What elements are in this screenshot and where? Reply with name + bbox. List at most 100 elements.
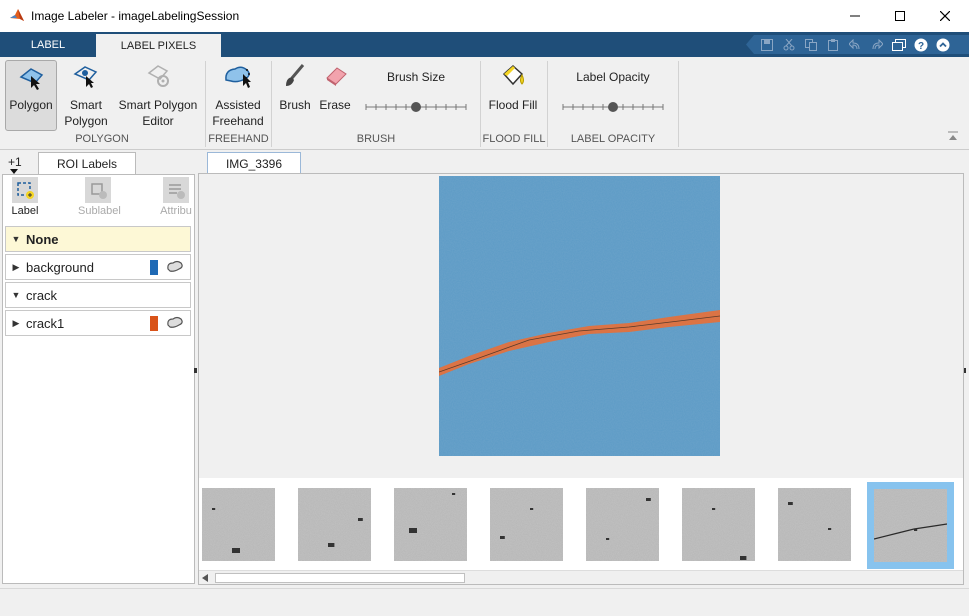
- collapsed-arrow-icon[interactable]: ▶: [6, 318, 26, 329]
- minimize-button[interactable]: [832, 0, 878, 32]
- image-thumbnail[interactable]: [682, 488, 755, 561]
- thumbnail-image: [778, 488, 851, 561]
- image-thumbnail[interactable]: [490, 488, 563, 561]
- splitter-handle[interactable]: [194, 368, 197, 373]
- label-group-name: None: [26, 231, 59, 247]
- thumbnail-image: [298, 488, 371, 561]
- close-button[interactable]: [922, 0, 968, 32]
- image-thumbnail[interactable]: [586, 488, 659, 561]
- ribbon-tab-strip: LABEL LABEL PIXELS ?: [0, 32, 969, 57]
- polygon-label: Polygon: [9, 98, 53, 112]
- add-attribute-icon: [163, 177, 189, 203]
- group-label-polygon: POLYGON: [75, 133, 129, 145]
- scrollbar-thumb[interactable]: [215, 573, 465, 583]
- smart-polygon-label-2: Polygon: [64, 114, 108, 128]
- label-group-none[interactable]: ▼ None: [5, 226, 191, 252]
- label-opacity-slider[interactable]: [561, 100, 665, 114]
- group-label-flood-fill: FLOOD FILL: [482, 133, 546, 145]
- title-bar: Image Labeler - imageLabelingSession: [0, 0, 969, 32]
- collapse-icon[interactable]: [934, 37, 952, 53]
- assisted-freehand-icon: [225, 66, 251, 88]
- quick-access-toolbar: ?: [746, 35, 969, 54]
- image-thumbnail[interactable]: [298, 488, 371, 561]
- polygon-button[interactable]: Polygon: [5, 60, 57, 131]
- copy-icon[interactable]: [802, 37, 820, 53]
- smart-polygon-label-1: Smart: [69, 98, 102, 112]
- panel-count[interactable]: +1: [8, 155, 22, 174]
- group-label-label-opacity: LABEL OPACITY: [570, 133, 656, 145]
- roi-labels-body: Label Sublabel Attribu ▼ None ▶ backgrou…: [2, 174, 195, 584]
- ribbon-separator: [678, 61, 679, 147]
- cut-icon[interactable]: [780, 37, 798, 53]
- tab-roi-labels[interactable]: ROI Labels: [38, 152, 136, 174]
- thumbnail-image: [490, 488, 563, 561]
- expanded-arrow-icon[interactable]: ▼: [6, 234, 26, 244]
- add-label-button[interactable]: Label: [5, 177, 45, 217]
- assisted-freehand-label-1: Assisted: [215, 98, 261, 112]
- polygon-icon: [19, 68, 44, 90]
- label-row-crack1[interactable]: ▶ crack1: [5, 310, 191, 336]
- label-row-background[interactable]: ▶ background: [5, 254, 191, 280]
- thumbnail-image: [394, 488, 467, 561]
- label-group-crack[interactable]: ▼ crack: [5, 282, 191, 308]
- group-label-freehand: FREEHAND: [208, 133, 269, 145]
- paste-icon[interactable]: [824, 37, 842, 53]
- restore-icon[interactable]: [890, 37, 908, 53]
- horizontal-scrollbar[interactable]: [199, 570, 963, 584]
- expanded-arrow-icon[interactable]: ▼: [6, 290, 26, 300]
- image-thumbnail[interactable]: [202, 488, 275, 561]
- redo-icon[interactable]: [868, 37, 886, 53]
- matlab-logo-icon: [10, 9, 24, 21]
- assisted-freehand-label-2: Freehand: [212, 114, 264, 128]
- label-color-swatch: [150, 260, 158, 275]
- smart-polygon-editor-label-1: Smart Polygon: [118, 98, 198, 112]
- tab-label-pixels[interactable]: LABEL PIXELS: [96, 34, 221, 57]
- image-thumbnail[interactable]: [778, 488, 851, 561]
- smart-polygon-editor-icon: [147, 65, 169, 87]
- brush-button[interactable]: Brush: [276, 61, 314, 113]
- maximize-icon: [895, 11, 905, 21]
- erase-button[interactable]: Erase: [316, 61, 354, 113]
- ribbon: Polygon Smart Polygon Smart Polygon Edit…: [0, 57, 969, 150]
- add-attribute-text: Attribu: [160, 205, 192, 217]
- smart-polygon-button[interactable]: Smart Polygon: [60, 61, 112, 129]
- pixel-label-icon: [167, 260, 183, 272]
- smart-polygon-editor-button[interactable]: Smart Polygon Editor: [114, 61, 202, 129]
- label-color-swatch: [150, 316, 158, 331]
- collapsed-arrow-icon[interactable]: ▶: [6, 262, 26, 273]
- label-group-name: crack: [26, 287, 58, 303]
- brush-label: Brush: [279, 98, 311, 112]
- tab-label[interactable]: LABEL: [0, 32, 96, 57]
- slider-knob[interactable]: [608, 102, 618, 112]
- add-label-text: Label: [11, 205, 39, 217]
- roi-labels-panel: +1 ROI Labels Label Sublabel Attribu ▼ N…: [2, 150, 195, 584]
- brush-size-label: Brush Size: [386, 70, 446, 84]
- window-title: Image Labeler - imageLabelingSession: [31, 9, 240, 23]
- add-sublabel-button[interactable]: Sublabel: [78, 177, 121, 217]
- group-label-brush: BRUSH: [356, 133, 396, 145]
- maximize-button[interactable]: [877, 0, 923, 32]
- undo-icon[interactable]: [846, 37, 864, 53]
- label-name: background: [26, 259, 94, 275]
- ribbon-collapse-icon[interactable]: [947, 130, 959, 142]
- status-bar: [0, 588, 969, 616]
- add-sublabel-text: Sublabel: [78, 205, 121, 217]
- tab-img-3396[interactable]: IMG_3396: [207, 152, 301, 174]
- brush-icon: [286, 64, 305, 86]
- image-thumbnail[interactable]: [867, 482, 954, 569]
- close-icon: [940, 11, 950, 21]
- scroll-left-icon[interactable]: [202, 574, 208, 582]
- assisted-freehand-button[interactable]: Assisted Freehand: [210, 61, 266, 129]
- labeled-image[interactable]: [439, 176, 720, 456]
- image-viewer[interactable]: [199, 174, 963, 478]
- smart-polygon-editor-label-2: Editor: [142, 114, 174, 128]
- slider-knob[interactable]: [411, 102, 421, 112]
- brush-size-slider[interactable]: [364, 100, 468, 114]
- save-icon[interactable]: [758, 37, 776, 53]
- image-thumbnail[interactable]: [394, 488, 467, 561]
- erase-label: Erase: [319, 98, 351, 112]
- svg-text:?: ?: [918, 41, 924, 52]
- flood-fill-button[interactable]: Flood Fill: [484, 61, 542, 113]
- add-attribute-button[interactable]: Attribu: [157, 177, 195, 217]
- help-icon[interactable]: ?: [912, 37, 930, 53]
